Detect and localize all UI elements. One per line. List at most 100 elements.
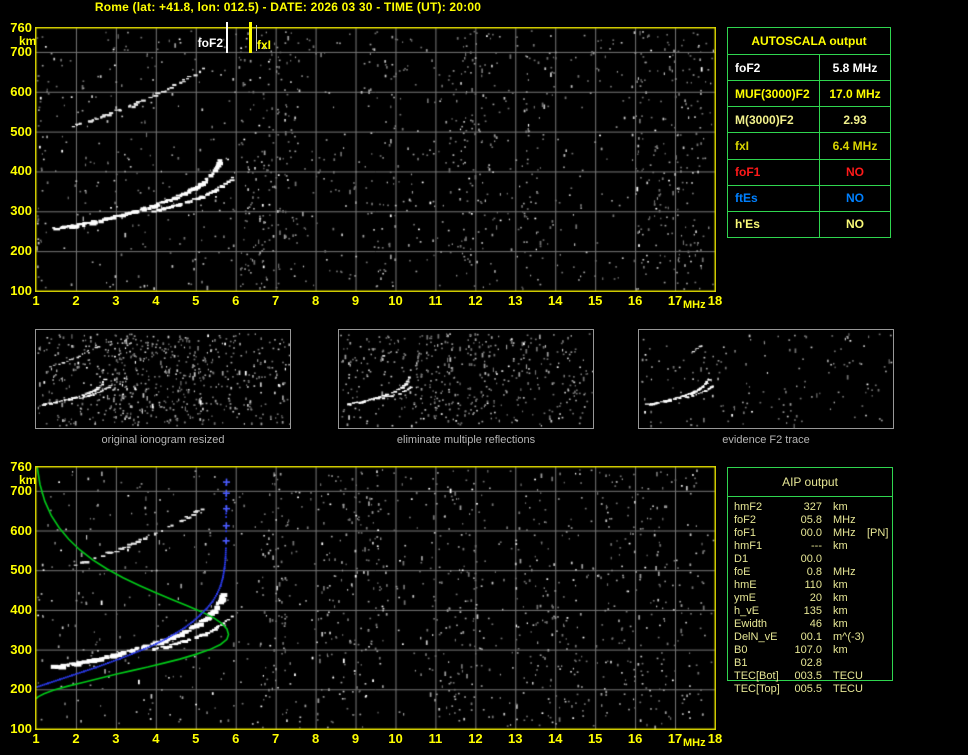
aip-row-foE: foE 0.8 MHz xyxy=(734,566,892,579)
autoscala-screen: Rome (lat: +41.8, lon: 012.5) - DATE: 20… xyxy=(0,0,968,755)
x-tick-label: 11 xyxy=(428,731,443,746)
fxi-marker-line xyxy=(249,22,252,53)
x-tick-label: 14 xyxy=(548,293,563,308)
aip-label: foE xyxy=(734,566,751,578)
x-tick-label: 14 xyxy=(548,731,563,746)
x-tick-label: 15 xyxy=(587,293,603,308)
aip-row-foF1: foF1 00.0 MHz [PN] xyxy=(734,527,892,540)
page-title: Rome (lat: +41.8, lon: 012.5) - DATE: 20… xyxy=(94,0,482,14)
y-axis-unit-label: km xyxy=(19,473,37,487)
y-tick-label: 600 xyxy=(10,522,32,538)
aip-row-foF2: foF2 05.8 MHz xyxy=(734,514,892,527)
aip-label: TEC[Bot] xyxy=(734,670,779,682)
autoscala-output-table: AUTOSCALA output foF2 5.8 MHz MUF(3000)F2 1… xyxy=(727,27,891,238)
aip-unit: MHz xyxy=(833,566,856,578)
aip-value: 20 xyxy=(809,592,822,604)
aip-value: 00.0 xyxy=(800,527,822,539)
autoscala-row-MUF(3000)F2: MUF(3000)F2 17.0 MHz xyxy=(728,81,890,108)
x-tick-label: 16 xyxy=(627,731,643,746)
y-tick-label: 400 xyxy=(10,601,32,617)
autoscala-table-header: AUTOSCALA output xyxy=(728,28,890,55)
x-tick-label: 6 xyxy=(232,293,240,308)
aip-value: 107.0 xyxy=(794,644,822,656)
aip-value: 005.5 xyxy=(794,683,822,695)
autoscala-row-value: NO xyxy=(846,217,864,232)
x-tick-label: 8 xyxy=(311,731,320,746)
aip-row-DelN_vE: DelN_vE 00.1 m^(-3) xyxy=(734,631,892,644)
y-tick-label: 500 xyxy=(10,123,32,139)
aip-value: 46 xyxy=(809,618,822,630)
aip-label: B0 xyxy=(734,644,748,656)
aip-note: [PN] xyxy=(867,527,889,539)
x-tick-label: 18 xyxy=(707,731,723,746)
x-tick-label: 4 xyxy=(152,731,160,746)
aip-row-TEC[Top]: TEC[Top] 005.5 TECU xyxy=(734,683,892,696)
autoscala-row-value: 6.4 MHz xyxy=(832,138,878,153)
y-tick-label: 200 xyxy=(10,681,32,697)
aip-unit: MHz xyxy=(833,527,856,539)
mini-panel-original-ionogram xyxy=(35,329,291,429)
x-tick-label: 1 xyxy=(32,731,40,746)
x-tick-label: 4 xyxy=(152,293,160,308)
fof2-marker-line xyxy=(226,22,228,53)
x-tick-label: 12 xyxy=(468,293,483,308)
x-tick-label: 2 xyxy=(72,731,80,746)
autoscala-row-h'Es: h'Es NO xyxy=(728,211,890,237)
x-tick-label: 13 xyxy=(508,731,523,746)
aip-unit: km xyxy=(833,644,848,656)
aip-row-B0: B0 107.0 km xyxy=(734,644,892,657)
aip-unit: km xyxy=(833,501,848,513)
y-tick-label: 760 xyxy=(10,459,32,474)
aip-unit: TECU xyxy=(833,670,863,682)
aip-value: 110 xyxy=(804,579,822,591)
aip-value: --- xyxy=(811,540,822,552)
x-tick-label: 6 xyxy=(232,731,240,746)
aip-row-hmE: hmE 110 km xyxy=(734,579,892,592)
top-ionogram-canvas xyxy=(35,27,716,292)
aip-label: Ewidth xyxy=(734,618,768,630)
autoscala-row-value: NO xyxy=(846,165,864,180)
y-tick-label: 600 xyxy=(10,83,32,99)
x-tick-label: 16 xyxy=(627,293,643,308)
autoscala-row-value: 17.0 MHz xyxy=(829,86,881,101)
aip-row-hmF1: hmF1 --- km xyxy=(734,540,892,553)
aip-label: B1 xyxy=(734,657,748,669)
aip-row-D1: D1 00.0 xyxy=(734,553,892,566)
aip-value: 00.1 xyxy=(800,631,822,643)
x-axis-unit-label: MHz xyxy=(683,737,706,749)
y-tick-label: 300 xyxy=(10,203,32,219)
mini-panel-caption-3: evidence F2 trace xyxy=(722,434,810,446)
aip-label: ymE xyxy=(734,592,756,604)
autoscala-row-label: foF1 xyxy=(728,159,820,185)
aip-table-header: AIP output xyxy=(728,468,892,497)
x-tick-label: 10 xyxy=(388,731,403,746)
aip-label: hmF1 xyxy=(734,540,763,552)
aip-unit: km xyxy=(833,618,848,630)
mini-panel-caption-2: eliminate multiple reflections xyxy=(396,434,536,446)
bottom-ionogram-canvas xyxy=(35,466,716,730)
autoscala-row-label: foF2 xyxy=(728,55,820,81)
aip-row-h_vE: h_vE 135 km xyxy=(734,605,892,618)
x-tick-label: 1 xyxy=(32,293,40,308)
x-tick-label: 7 xyxy=(272,293,280,308)
aip-unit: km xyxy=(833,605,848,617)
aip-value: 327 xyxy=(803,501,822,513)
y-tick-label: 300 xyxy=(10,641,32,657)
autoscala-row-label: h'Es xyxy=(728,211,820,237)
x-tick-label: 3 xyxy=(112,293,120,308)
x-tick-label: 10 xyxy=(388,293,403,308)
aip-label: DelN_vE xyxy=(734,631,778,643)
x-tick-label: 18 xyxy=(707,293,723,308)
mini-panel-caption-1: original ionogram resized xyxy=(101,434,225,446)
aip-value: 135 xyxy=(803,605,822,617)
x-tick-label: 2 xyxy=(72,293,80,308)
y-axis-unit-label: km xyxy=(19,34,37,48)
x-tick-label: 9 xyxy=(351,293,360,308)
autoscala-row-label: M(3000)F2 xyxy=(728,107,820,133)
fof2-marker-label: foF2 xyxy=(197,36,223,50)
x-tick-label: 15 xyxy=(587,731,603,746)
x-tick-label: 5 xyxy=(192,731,200,746)
x-tick-label: 8 xyxy=(311,293,320,308)
aip-value: 003.5 xyxy=(794,670,822,682)
aip-unit: km xyxy=(833,579,848,591)
